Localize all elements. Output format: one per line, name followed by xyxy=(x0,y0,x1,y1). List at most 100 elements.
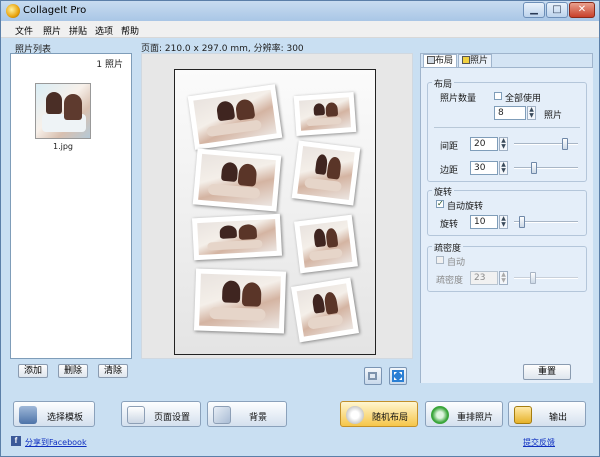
delete-photo-button[interactable]: 删除 xyxy=(58,364,88,378)
minimize-button[interactable]: ▁ xyxy=(523,2,545,18)
auto-rotate-label: 自动旋转 xyxy=(447,202,484,212)
photo-count-spinner[interactable]: ▲ ▼ xyxy=(527,106,536,120)
sparsity-slider-thumb[interactable] xyxy=(530,272,537,284)
output-label: 输出 xyxy=(548,413,567,423)
crop-icon xyxy=(368,372,377,380)
shuffle-photos-label: 重排照片 xyxy=(456,413,493,423)
reset-button[interactable]: 重置 xyxy=(523,364,571,380)
crop-button[interactable] xyxy=(364,367,382,385)
layout-group-title: 布局 xyxy=(432,77,455,90)
page-setup-icon xyxy=(127,406,145,424)
title-bar: CollageIt Pro ▁ □ ✕ xyxy=(1,1,599,21)
spacing-slider-track[interactable] xyxy=(514,143,578,145)
tab-photo-label: 照片 xyxy=(470,56,489,66)
spacing-slider-thumb[interactable] xyxy=(562,138,569,150)
photo-count-label: 照片数量 xyxy=(440,94,477,104)
template-icon xyxy=(19,406,37,424)
photo-tab-icon xyxy=(462,56,470,64)
app-window: CollageIt Pro ▁ □ ✕ 文件 照片 拼贴 选项 帮助 照片列表 … xyxy=(0,0,600,457)
shuffle-photos-button[interactable]: 重排照片 xyxy=(425,401,503,427)
fit-to-window-button[interactable] xyxy=(389,367,407,385)
collage-page[interactable] xyxy=(174,69,376,355)
tab-layout[interactable]: 布局 xyxy=(423,54,457,68)
sparsity-group-title: 疏密度 xyxy=(432,241,464,254)
margin-input[interactable]: 30 xyxy=(470,161,498,175)
layout-separator xyxy=(434,127,580,128)
auto-sparsity-checkbox[interactable] xyxy=(436,256,444,264)
sparsity-slider-track[interactable] xyxy=(514,277,578,279)
app-icon xyxy=(6,4,20,18)
choose-template-button[interactable]: 选择模板 xyxy=(13,401,95,427)
rotation-group: 旋转 ✓ 自动旋转 旋转 10 ▲ ▼ xyxy=(427,185,587,236)
menu-options[interactable]: 选项 xyxy=(95,24,113,37)
feedback-link[interactable]: 提交反馈 xyxy=(523,437,555,448)
background-button[interactable]: 背景 xyxy=(207,401,287,427)
share-facebook-link[interactable]: 分享到Facebook xyxy=(25,437,87,448)
collage-photo[interactable] xyxy=(191,213,283,261)
photo-thumbnail[interactable] xyxy=(35,83,91,139)
menu-photo[interactable]: 照片 xyxy=(43,24,61,37)
tab-photo[interactable]: 照片 xyxy=(458,54,492,68)
collage-photo[interactable] xyxy=(193,268,287,334)
collage-photo[interactable] xyxy=(290,277,360,343)
sparsity-label: 疏密度 xyxy=(436,276,464,286)
collage-photo[interactable] xyxy=(192,148,282,212)
sparsity-group: 疏密度 自动 疏密度 23 ▲ ▼ xyxy=(427,241,587,292)
auto-sparsity-label: 自动 xyxy=(447,258,466,268)
background-label: 背景 xyxy=(248,413,267,423)
spacing-input[interactable]: 20 xyxy=(470,137,498,151)
window-title: CollageIt Pro xyxy=(23,5,87,16)
facebook-icon: f xyxy=(11,436,21,446)
use-all-label: 全部使用 xyxy=(505,94,542,104)
sparsity-spinner[interactable]: ▲ ▼ xyxy=(499,271,508,285)
spacing-label: 间距 xyxy=(440,142,459,152)
margin-spinner[interactable]: ▲ ▼ xyxy=(499,161,508,175)
layout-group: 布局 照片数量 全部使用 8 ▲ ▼ 照片 间距 20 ▲ ▼ 边距 30 ▲ ▼ xyxy=(427,77,587,182)
add-photo-button[interactable]: 添加 xyxy=(18,364,48,378)
random-layout-label: 随机布局 xyxy=(371,413,408,423)
maximize-button[interactable]: □ xyxy=(546,2,568,18)
layout-tab-body: 布局 照片数量 全部使用 8 ▲ ▼ 照片 间距 20 ▲ ▼ 边距 30 ▲ ▼ xyxy=(421,67,593,383)
photo-unit-label: 照片 xyxy=(544,111,563,121)
spacing-spinner[interactable]: ▲ ▼ xyxy=(499,137,508,151)
margin-label: 边距 xyxy=(440,166,459,176)
margin-slider-track[interactable] xyxy=(514,167,578,169)
photo-count-input[interactable]: 8 xyxy=(494,106,526,120)
menu-bar: 文件 照片 拼贴 选项 帮助 xyxy=(1,21,599,38)
auto-rotate-checkbox[interactable]: ✓ xyxy=(436,200,444,208)
margin-slider-thumb[interactable] xyxy=(531,162,538,174)
random-layout-icon xyxy=(346,406,364,424)
collage-photo[interactable] xyxy=(187,84,283,150)
sparsity-input[interactable]: 23 xyxy=(470,271,498,285)
random-layout-button[interactable]: 随机布局 xyxy=(340,401,418,427)
rotation-spinner[interactable]: ▲ ▼ xyxy=(499,215,508,229)
output-icon xyxy=(514,406,532,424)
photo-thumbnail-label: 1.jpg xyxy=(52,142,73,151)
rotation-slider-thumb[interactable] xyxy=(518,216,525,228)
collage-photo[interactable] xyxy=(291,140,361,206)
menu-help[interactable]: 帮助 xyxy=(121,24,139,37)
menu-file[interactable]: 文件 xyxy=(15,24,33,37)
collage-photo[interactable] xyxy=(294,214,358,274)
choose-template-label: 选择模板 xyxy=(46,413,83,423)
close-button[interactable]: ✕ xyxy=(569,2,595,18)
output-button[interactable]: 输出 xyxy=(508,401,586,427)
page-setup-button[interactable]: 页面设置 xyxy=(121,401,201,427)
collage-photo[interactable] xyxy=(293,91,357,137)
fit-icon xyxy=(392,370,404,382)
menu-collage[interactable]: 拼贴 xyxy=(69,24,87,37)
use-all-checkbox[interactable] xyxy=(494,92,502,100)
shuffle-icon xyxy=(431,406,449,424)
page-setup-label: 页面设置 xyxy=(153,413,190,423)
background-icon xyxy=(213,406,231,424)
rotation-label: 旋转 xyxy=(440,220,459,230)
clear-photos-button[interactable]: 清除 xyxy=(98,364,128,378)
layout-tab-icon xyxy=(427,56,435,64)
settings-panel: 布局 照片 布局 照片数量 全部使用 8 ▲ ▼ 照片 间距 20 ▲ ▼ 边距 3… xyxy=(420,53,593,383)
rotation-input[interactable]: 10 xyxy=(470,215,498,229)
photo-list-panel: 照片列表 1 照片 1.jpg xyxy=(10,42,134,382)
photo-count-label: 1 照片 xyxy=(96,60,123,70)
rotation-group-title: 旋转 xyxy=(432,185,455,198)
tab-layout-label: 布局 xyxy=(435,56,454,66)
photo-list[interactable]: 1 照片 1.jpg xyxy=(10,53,132,359)
